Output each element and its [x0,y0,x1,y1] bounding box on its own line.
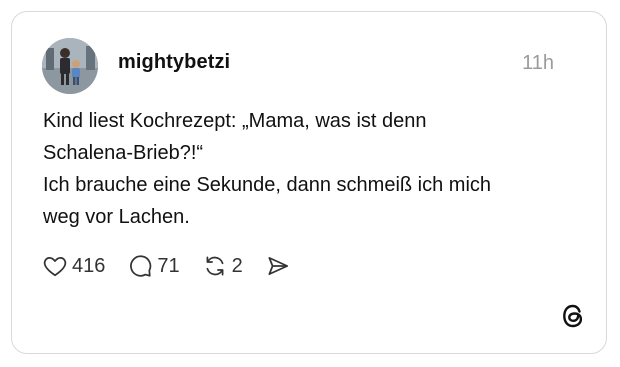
like-count: 416 [72,254,106,277]
post-text-line: Ich brauche eine Sekunde, dann schmeiß i… [43,174,492,196]
like-button[interactable]: 416 [42,253,105,279]
username[interactable]: mightybetzi [118,51,230,74]
post-text-line: Kind liest Kochrezept: „Mama, was ist de… [43,110,427,132]
comment-icon [127,253,153,279]
repost-count: 2 [231,254,243,277]
timestamp: 11h [522,52,554,74]
repost-button[interactable]: 2 [202,253,243,279]
action-bar: 416 71 2 [42,252,313,280]
send-icon [265,253,291,279]
threads-logo-icon[interactable] [560,302,586,330]
heart-icon [42,253,68,279]
post-text-line: Schalena-Brieb?!“ [43,142,204,164]
share-button[interactable] [265,253,291,279]
post-text: Kind liest Kochrezept: „Mama, was ist de… [43,105,563,233]
avatar[interactable] [42,38,98,94]
post-text-line: weg vor Lachen. [43,206,190,228]
comment-count: 71 [157,254,180,277]
comment-button[interactable]: 71 [127,253,180,279]
post-card: mightybetzi 11h Kind liest Kochrezept: „… [11,11,607,354]
repost-icon [202,253,228,279]
